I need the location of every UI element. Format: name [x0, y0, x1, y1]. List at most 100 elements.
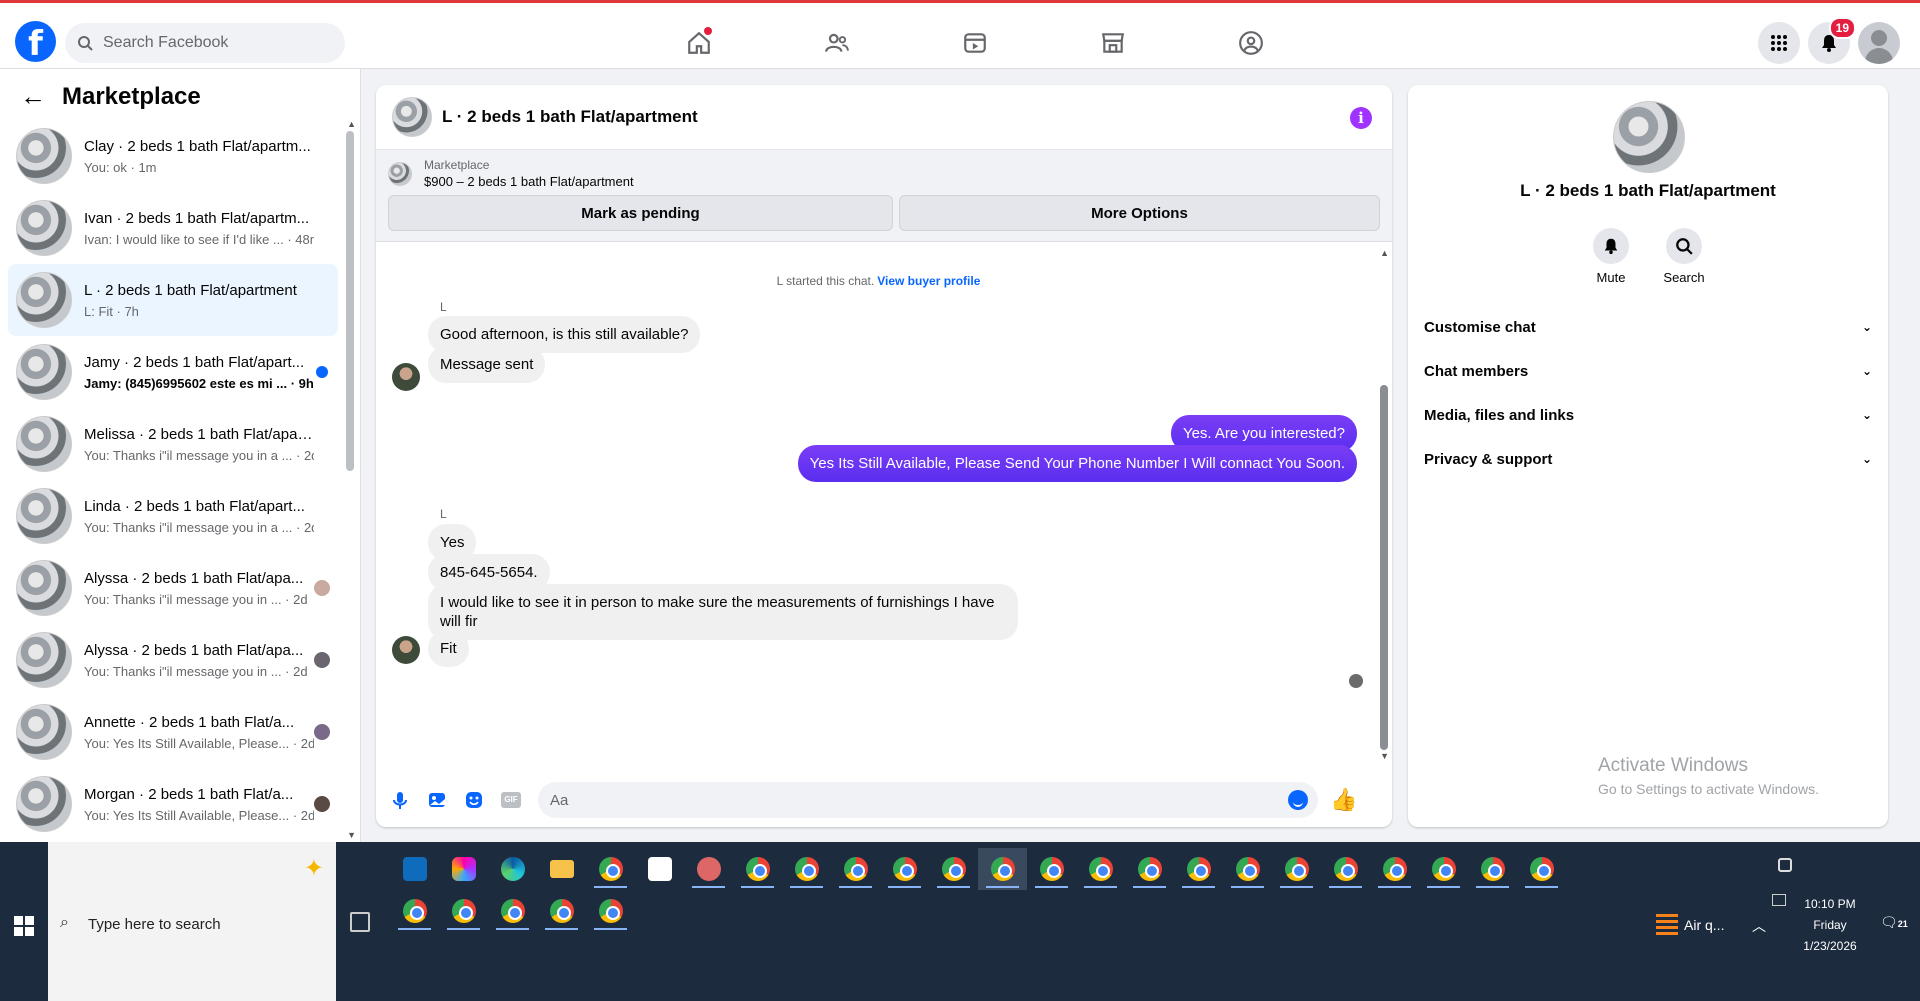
chat-list-item[interactable]: Alyssa · 2 beds 1 bath Flat/apa... You: T…: [8, 624, 338, 696]
listing-thumbnail: [16, 344, 72, 400]
nav-home[interactable]: [630, 23, 768, 63]
gif-button[interactable]: GIF: [499, 788, 523, 812]
media-files-links-section[interactable]: Media, files and links ⌄: [1424, 393, 1872, 437]
mark-as-pending-button[interactable]: Mark as pending: [388, 195, 893, 231]
chrome-window[interactable]: [1125, 848, 1174, 890]
chrome-window[interactable]: [1370, 848, 1419, 890]
windows-start-icon[interactable]: [14, 916, 34, 936]
emoji-icon[interactable]: [1288, 790, 1308, 810]
thumbs-up-icon[interactable]: 👍: [1330, 787, 1357, 813]
attach-photo-button[interactable]: [425, 788, 449, 812]
notifications-button[interactable]: 19: [1808, 17, 1856, 64]
search-facebook-input[interactable]: Search Facebook: [65, 23, 345, 63]
nav-video[interactable]: [906, 23, 1044, 63]
chat-preview: Ivan: I would like to see if I'd like ..…: [84, 231, 314, 247]
sender-avatar[interactable]: [392, 363, 420, 391]
chat-list-item[interactable]: Ivan · 2 beds 1 bath Flat/apartm... Ivan:…: [8, 192, 338, 264]
chrome-window[interactable]: [586, 890, 635, 932]
listing-price[interactable]: $900 – 2 beds 1 bath Flat/apartment: [424, 174, 634, 189]
back-arrow-icon[interactable]: ←: [20, 81, 46, 112]
chrome-window[interactable]: [929, 848, 978, 890]
chrome-window[interactable]: [1027, 848, 1076, 890]
chat-list-item[interactable]: Melissa · 2 beds 1 bath Flat/apar... You:…: [8, 408, 338, 480]
chrome-window[interactable]: [1321, 848, 1370, 890]
chrome-window[interactable]: [880, 848, 929, 890]
chrome-window[interactable]: [1468, 848, 1517, 890]
chat-members-section[interactable]: Chat members ⌄: [1424, 349, 1872, 393]
chrome-app[interactable]: [586, 848, 635, 890]
taskbar-search[interactable]: ✦ ⌕ Type here to search: [48, 842, 336, 1001]
info-icon[interactable]: i: [1350, 107, 1372, 129]
chrome-window[interactable]: [1419, 848, 1468, 890]
task-view-icon[interactable]: [350, 912, 370, 932]
chrome-window[interactable]: [733, 848, 782, 890]
chrome-window[interactable]: [1223, 848, 1272, 890]
sticker-button[interactable]: [462, 788, 486, 812]
more-options-button[interactable]: More Options: [898, 195, 1380, 231]
chat-list-item[interactable]: Clay · 2 beds 1 bath Flat/apartm... You: …: [8, 120, 338, 192]
mute-button[interactable]: Mute: [1592, 228, 1630, 285]
incoming-message[interactable]: I would like to see it in person to make…: [428, 584, 1018, 640]
chat-list-item[interactable]: Jamy · 2 beds 1 bath Flat/apart... Jamy: …: [8, 336, 338, 408]
scroll-down-arrow[interactable]: ▼: [347, 830, 356, 840]
chrome-icon: [1137, 857, 1162, 881]
search-in-conversation-button[interactable]: Search: [1663, 228, 1705, 285]
chrome-window[interactable]: [537, 890, 586, 932]
facebook-logo[interactable]: f: [15, 21, 56, 62]
notification-center-icon[interactable]: 🗨21: [1880, 914, 1908, 931]
chrome-window[interactable]: [439, 890, 488, 932]
store-app[interactable]: [635, 848, 684, 890]
chrome-window[interactable]: [390, 890, 439, 932]
tray-app-icon[interactable]: [1778, 858, 1792, 872]
scroll-down-arrow[interactable]: ▼: [1380, 751, 1389, 761]
listing-thumbnail[interactable]: [392, 97, 432, 137]
sidebar-scrollbar[interactable]: [346, 131, 354, 471]
account-avatar[interactable]: [1858, 22, 1900, 64]
chat-list-item[interactable]: Morgan · 2 beds 1 bath Flat/a... You: Yes…: [8, 768, 338, 840]
menu-button[interactable]: [1758, 22, 1800, 64]
outgoing-message[interactable]: Yes Its Still Available, Please Send You…: [797, 445, 1357, 482]
nav-groups[interactable]: [1182, 23, 1320, 63]
chrome-window[interactable]: [831, 848, 880, 890]
sender-avatar[interactable]: [392, 636, 420, 664]
chrome-window-active[interactable]: [978, 848, 1027, 890]
outlook-app[interactable]: [390, 848, 439, 890]
scroll-up-arrow[interactable]: ▲: [1380, 248, 1389, 258]
chrome-window[interactable]: [1076, 848, 1125, 890]
edge-app[interactable]: [488, 848, 537, 890]
chat-list-item[interactable]: Linda · 2 beds 1 bath Flat/apart... You: …: [8, 480, 338, 552]
chat-list-item-active[interactable]: L · 2 beds 1 bath Flat/apartment L: Fit ·…: [8, 264, 338, 336]
chrome-icon: [1480, 857, 1505, 881]
chrome-window[interactable]: [1517, 848, 1566, 890]
listing-thumbnail[interactable]: [1613, 101, 1685, 173]
listing-thumbnail: [388, 161, 412, 186]
chrome-window[interactable]: [488, 890, 537, 932]
conversation-scrollbar[interactable]: [1380, 385, 1388, 750]
customise-chat-section[interactable]: Customise chat ⌄: [1424, 305, 1872, 349]
listing-thumbnail: [16, 488, 72, 544]
incoming-message[interactable]: Fit: [428, 630, 469, 667]
conversation-title[interactable]: L · 2 beds 1 bath Flat/apartment: [442, 107, 698, 127]
chrome-window[interactable]: [1174, 848, 1223, 890]
voice-clip-button[interactable]: [388, 788, 412, 812]
message-input[interactable]: Aa: [538, 782, 1318, 818]
network-icon[interactable]: [1772, 894, 1786, 906]
scroll-up-arrow[interactable]: ▲: [347, 119, 356, 129]
nav-marketplace[interactable]: [1044, 23, 1182, 63]
privacy-support-section[interactable]: Privacy & support ⌄: [1424, 437, 1872, 481]
file-explorer-app[interactable]: [537, 848, 586, 890]
grid-menu-icon: [1771, 35, 1787, 51]
chrome-window[interactable]: [1272, 848, 1321, 890]
nav-friends[interactable]: [768, 23, 906, 63]
chrome-icon: [1088, 857, 1113, 881]
app-window[interactable]: [684, 848, 733, 890]
chat-list-item[interactable]: Alyssa · 2 beds 1 bath Flat/apa... You: T…: [8, 552, 338, 624]
view-buyer-profile-link[interactable]: View buyer profile: [877, 274, 980, 288]
weather-widget[interactable]: Air q...: [1656, 914, 1724, 936]
incoming-message[interactable]: Message sent: [428, 346, 546, 383]
copilot-app[interactable]: [439, 848, 488, 890]
system-clock[interactable]: 10:10 PM Friday 1/23/2026: [1790, 894, 1870, 957]
chrome-window[interactable]: [782, 848, 831, 890]
chat-list-item[interactable]: Annette · 2 beds 1 bath Flat/a... You: Ye…: [8, 696, 338, 768]
show-hidden-icons-chevron-icon[interactable]: ︿: [1752, 916, 1766, 936]
